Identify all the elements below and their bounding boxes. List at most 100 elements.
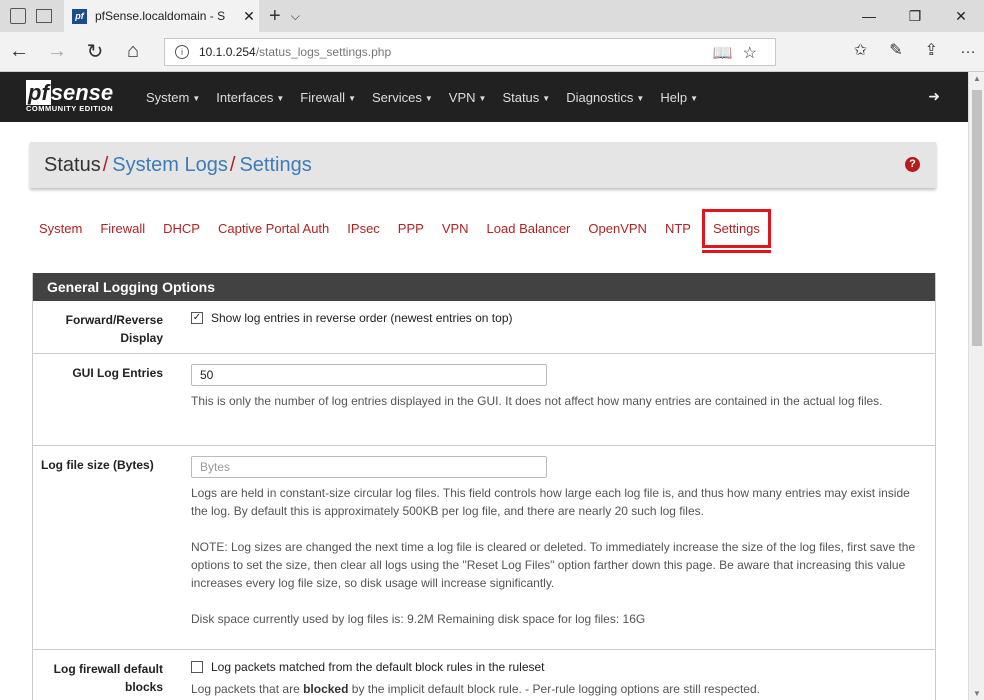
gui-log-entries-input[interactable]: 50 xyxy=(191,364,547,386)
menu-label: VPN xyxy=(448,89,476,105)
reverse-order-checkbox-row[interactable]: ✓ Show log entries in reverse order (new… xyxy=(191,311,935,325)
tab-openvpn[interactable]: OpenVPN xyxy=(579,209,656,248)
tab-dhcp[interactable]: DHCP xyxy=(154,209,209,248)
menu-interfaces[interactable]: Interfaces ▼ xyxy=(216,90,284,105)
tab-firewall[interactable]: Firewall xyxy=(91,209,154,248)
caret-down-icon: ▼ xyxy=(276,93,285,103)
fw-default-help: Log packets that are blocked by the impl… xyxy=(191,680,935,698)
restore-icon[interactable]: ❐ xyxy=(892,0,938,32)
help-paragraph: NOTE: Log sizes are changed the next tim… xyxy=(191,540,916,590)
row-firewall-default-blocks: Log firewall default blocks Log packets … xyxy=(33,650,935,700)
help-paragraph: Disk space currently used by log files i… xyxy=(191,612,646,626)
breadcrumb-system-logs[interactable]: System Logs xyxy=(112,154,228,177)
breadcrumb: Status / System Logs / Settings ? xyxy=(30,142,936,188)
breadcrumb-settings[interactable]: Settings xyxy=(239,154,311,177)
caret-down-icon: ▼ xyxy=(690,93,699,103)
label-reverse-display: Forward/Reverse Display xyxy=(65,313,163,345)
menu-label: Status xyxy=(502,89,540,105)
web-note-icon[interactable]: ✎ xyxy=(889,40,902,60)
tab-title: pfSense.localdomain - S xyxy=(95,9,226,23)
close-tab-icon[interactable]: ✕ xyxy=(239,8,259,25)
tab-system[interactable]: System xyxy=(30,209,91,248)
menu-services[interactable]: Services ▼ xyxy=(372,90,433,105)
browser-tab[interactable]: pf pfSense.localdomain - S ✕ xyxy=(64,0,259,32)
caret-down-icon: ▼ xyxy=(636,93,645,103)
caret-down-icon: ▼ xyxy=(478,93,487,103)
menu-diagnostics[interactable]: Diagnostics ▼ xyxy=(566,90,644,105)
menu-help[interactable]: Help ▼ xyxy=(660,90,698,105)
breadcrumb-separator: / xyxy=(102,153,109,176)
window-controls: — ❐ ✕ xyxy=(846,0,984,32)
tab-load-balancer[interactable]: Load Balancer xyxy=(478,209,580,248)
menu-label: System xyxy=(146,89,190,105)
breadcrumb-separator: / xyxy=(229,153,236,176)
page-scrollbar[interactable]: ▲ ▼ xyxy=(968,72,984,700)
scrollbar-thumb[interactable] xyxy=(972,90,982,346)
panel-title: General Logging Options xyxy=(33,273,935,301)
general-logging-panel: General Logging Options Forward/Reverse … xyxy=(32,273,936,700)
minimize-icon[interactable]: — xyxy=(846,0,892,32)
tab-preview-icon[interactable] xyxy=(10,8,26,24)
help-icon[interactable]: ? xyxy=(905,157,920,172)
reading-view-favorite-icons[interactable]: 📖☆ xyxy=(713,43,767,63)
caret-down-icon: ▼ xyxy=(542,93,551,103)
new-tab-icon[interactable]: + xyxy=(269,5,281,28)
tab-ipsec[interactable]: IPsec xyxy=(338,209,389,248)
pfsense-navbar: pfsense COMMUNITY EDITION System ▼ Interf… xyxy=(0,72,968,122)
caret-down-icon: ▼ xyxy=(348,93,356,103)
back-icon[interactable]: ← xyxy=(0,40,38,63)
scroll-up-icon[interactable]: ▲ xyxy=(973,74,981,83)
tab-vpn[interactable]: VPN xyxy=(433,209,478,248)
share-icon[interactable]: ⇪ xyxy=(925,40,938,60)
menu-system[interactable]: System ▼ xyxy=(146,90,200,105)
help-bold: blocked xyxy=(303,682,349,696)
page-viewport: pfsense COMMUNITY EDITION System ▼ Interf… xyxy=(0,72,968,700)
browser-tabbar: pf pfSense.localdomain - S ✕ + ⌵ — ❐ ✕ xyxy=(0,0,984,32)
home-icon[interactable]: ⌂ xyxy=(114,40,152,63)
row-log-file-size: Log file size (Bytes) Bytes Logs are hel… xyxy=(33,446,935,650)
menu-label: Interfaces xyxy=(216,89,274,105)
url-host: 10.1.0.254 xyxy=(199,44,256,59)
logo-pf: pf xyxy=(26,79,51,105)
pfsense-favicon-icon: pf xyxy=(72,8,87,24)
tab-ntp[interactable]: NTP xyxy=(656,209,700,248)
log-file-size-help: Logs are held in constant-size circular … xyxy=(191,484,935,628)
pfsense-logo[interactable]: pfsense COMMUNITY EDITION xyxy=(26,79,130,113)
tab-ppp[interactable]: PPP xyxy=(389,209,433,248)
more-icon[interactable]: … xyxy=(960,40,976,60)
favorites-icon[interactable]: ✩ xyxy=(854,40,867,60)
info-icon[interactable]: i xyxy=(175,44,189,59)
label-gui-log-entries: GUI Log Entries xyxy=(72,366,163,380)
log-subtabs: System Firewall DHCP Captive Portal Auth… xyxy=(30,209,771,253)
address-bar-row: ← → ↻ ⌂ i 10.1.0.254/status_logs_setting… xyxy=(0,32,984,72)
chevron-down-icon[interactable]: ⌵ xyxy=(291,9,300,24)
caret-down-icon: ▼ xyxy=(424,93,433,103)
reverse-order-label: Show log entries in reverse order (newes… xyxy=(211,311,513,325)
fw-default-checkbox[interactable] xyxy=(191,661,203,673)
reverse-order-checkbox[interactable]: ✓ xyxy=(191,312,203,324)
url-path: /status_logs_settings.php xyxy=(255,44,392,59)
menu-firewall[interactable]: Firewall ▼ xyxy=(300,90,356,105)
forward-icon[interactable]: → xyxy=(38,40,76,63)
url-field[interactable]: i 10.1.0.254/status_logs_settings.php 📖☆ xyxy=(164,37,776,66)
browser-toolbar: ✩ ✎ ⇪ … xyxy=(854,40,976,60)
fw-default-checkbox-row[interactable]: Log packets matched from the default blo… xyxy=(191,660,935,674)
refresh-icon[interactable]: ↻ xyxy=(76,39,114,64)
menu-status[interactable]: Status ▼ xyxy=(502,90,550,105)
tab-captive-portal-auth[interactable]: Captive Portal Auth xyxy=(209,209,338,248)
log-file-size-input[interactable]: Bytes xyxy=(191,456,547,478)
help-text: Log packets that are xyxy=(191,682,304,696)
scroll-down-icon[interactable]: ▼ xyxy=(973,689,981,698)
menu-label: Firewall xyxy=(300,89,346,105)
logout-icon[interactable]: ➜ xyxy=(928,88,940,105)
label-log-file-size: Log file size (Bytes) xyxy=(41,458,154,472)
menu-label: Help xyxy=(660,89,688,105)
close-window-icon[interactable]: ✕ xyxy=(938,0,984,32)
menu-label: Services xyxy=(372,89,422,105)
set-tabs-aside-icon[interactable] xyxy=(36,9,52,23)
logo-edition: COMMUNITY EDITION xyxy=(26,103,114,113)
fw-default-label: Log packets matched from the default blo… xyxy=(211,660,545,674)
menu-vpn[interactable]: VPN ▼ xyxy=(449,90,487,105)
tab-settings[interactable]: Settings xyxy=(701,209,771,253)
main-menu: System ▼ Interfaces ▼ Firewall ▼ Services ▼ … xyxy=(146,90,714,105)
